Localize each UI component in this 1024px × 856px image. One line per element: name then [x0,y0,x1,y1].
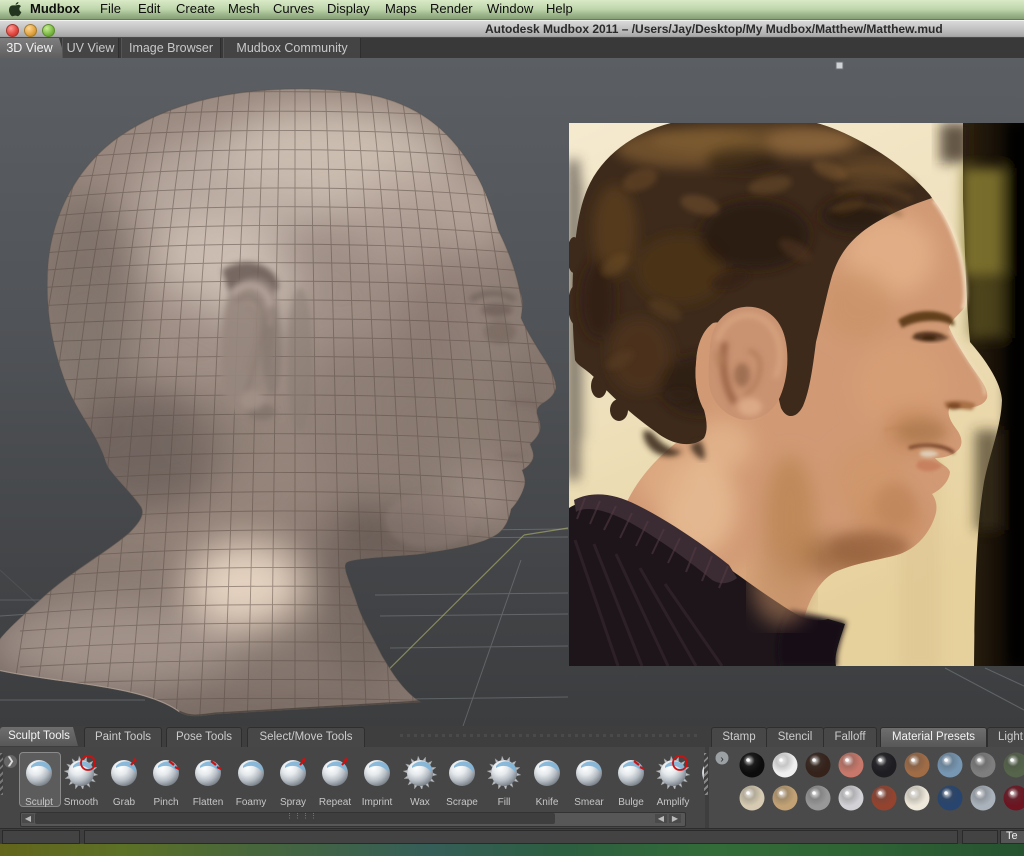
svg-text:›: › [720,754,723,765]
